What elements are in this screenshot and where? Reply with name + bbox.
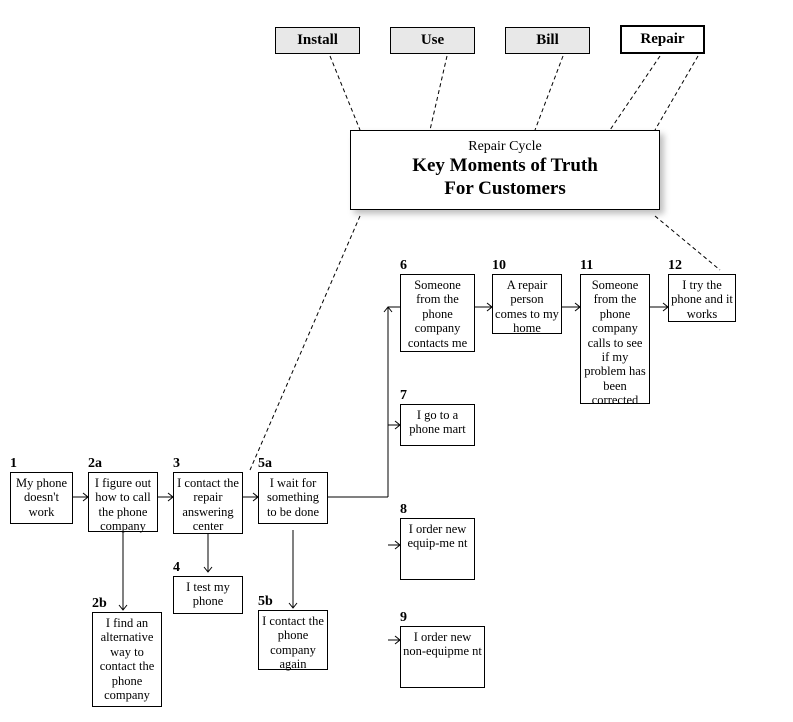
title-line3: For Customers [357, 178, 653, 201]
node-5a: I wait for something to be done [258, 472, 328, 524]
node-5b: I contact the phone company again [258, 610, 328, 670]
title-box: Repair Cycle Key Moments of Truth For Cu… [350, 130, 660, 210]
node-4: I test my phone [173, 576, 243, 614]
node-12: I try the phone and it works [668, 274, 736, 322]
label-10: 10 [492, 258, 506, 274]
tab-bill: Bill [505, 27, 590, 54]
tab-repair: Repair [620, 25, 705, 54]
tab-install: Install [275, 27, 360, 54]
label-7: 7 [400, 388, 407, 404]
label-9: 9 [400, 610, 407, 626]
label-3: 3 [173, 456, 180, 472]
label-1: 1 [10, 456, 17, 472]
node-6: Someone from the phone company contacts … [400, 274, 475, 352]
node-7: I go to a phone mart [400, 404, 475, 446]
node-2b: I find an alternative way to contact the… [92, 612, 162, 707]
label-2a: 2a [88, 456, 102, 472]
label-12: 12 [668, 258, 682, 274]
node-10: A repair person comes to my home [492, 274, 562, 334]
diagram-canvas: Install Use Bill Repair Repair Cycle Key… [0, 0, 793, 722]
tab-use: Use [390, 27, 475, 54]
node-3: I contact the repair answering center [173, 472, 243, 534]
node-11: Someone from the phone company calls to … [580, 274, 650, 404]
title-line1: Repair Cycle [357, 139, 653, 155]
node-2a: I figure out how to call the phone compa… [88, 472, 158, 532]
node-1: My phone doesn't work [10, 472, 73, 524]
node-8: I order new equip-me nt [400, 518, 475, 580]
label-6: 6 [400, 258, 407, 274]
label-5b: 5b [258, 594, 273, 610]
label-11: 11 [580, 258, 593, 274]
label-2b: 2b [92, 596, 107, 612]
label-5a: 5a [258, 456, 272, 472]
label-8: 8 [400, 502, 407, 518]
node-9: I order new non-equipme nt [400, 626, 485, 688]
title-line2: Key Moments of Truth [357, 155, 653, 178]
label-4: 4 [173, 560, 180, 576]
